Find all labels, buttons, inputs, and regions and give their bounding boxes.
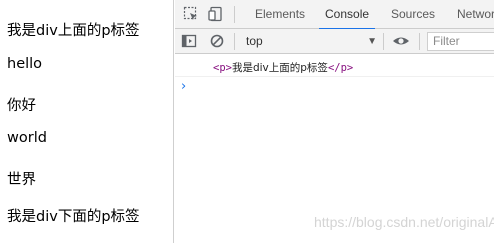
console-prompt-icon[interactable]: › <box>181 79 186 94</box>
log-text: 我是div上面的p标签 <box>231 62 328 74</box>
console-toolbar: top ▼ Filter <box>175 29 494 54</box>
device-toggle-icon[interactable] <box>208 6 224 22</box>
eye-icon[interactable] <box>392 33 409 49</box>
tab-elements[interactable]: Elements <box>255 0 305 29</box>
tabbar-separator <box>234 6 235 23</box>
filter-input[interactable]: Filter <box>427 32 494 51</box>
context-selector[interactable]: top ▼ <box>241 31 379 52</box>
text-nihao: 你好 <box>7 98 36 114</box>
toolbar-separator <box>419 33 420 50</box>
open-tag: <p> <box>213 62 232 74</box>
tab-sources[interactable]: Sources <box>391 0 435 29</box>
tab-console[interactable]: Console <box>318 0 376 30</box>
text-shijie: 世界 <box>7 172 36 188</box>
watermark: https://blog.csdn.net/originalApril <box>314 214 494 230</box>
devtools-panel: Elements Console Sources Network top ▼ <box>175 0 494 243</box>
console-log-row: <p>我是div上面的p标签</p> <box>175 54 494 77</box>
sidebar-toggle-icon[interactable] <box>181 33 197 49</box>
clear-console-icon[interactable] <box>209 33 225 49</box>
devtools-tab-bar: Elements Console Sources Network <box>175 0 494 30</box>
inspect-element-icon[interactable] <box>183 6 199 22</box>
console-log-message[interactable]: <p>我是div上面的p标签</p> <box>213 60 353 75</box>
text-world: world <box>7 130 47 146</box>
context-label: top <box>246 34 263 48</box>
dropdown-caret-icon: ▼ <box>367 36 377 47</box>
text-hello: hello <box>7 56 43 72</box>
tab-network[interactable]: Network <box>457 0 494 29</box>
toolbar-separator <box>383 33 384 50</box>
paragraph-above-div: 我是div上面的p标签 <box>7 23 140 39</box>
close-tag: </p> <box>327 62 354 74</box>
paragraph-below-div: 我是div下面的p标签 <box>7 209 140 225</box>
toolbar-separator <box>234 33 235 50</box>
page-content: 我是div上面的p标签 hello 你好 world 世界 我是div下面的p标… <box>0 0 174 243</box>
